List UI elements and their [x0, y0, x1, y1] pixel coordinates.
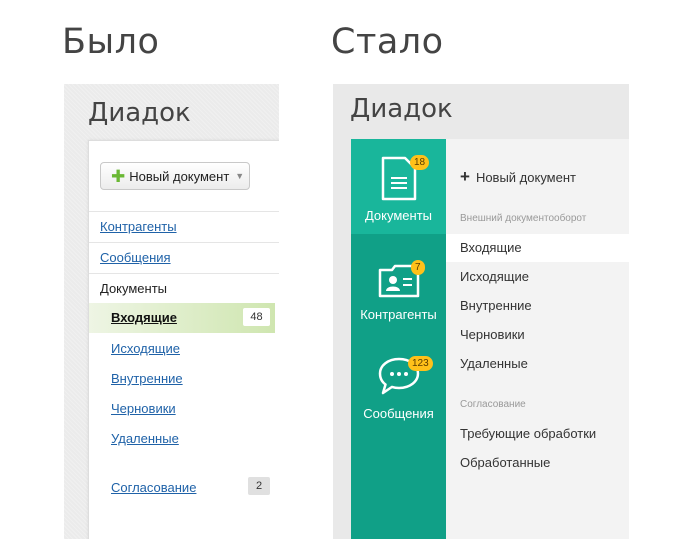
plus-icon: +	[460, 167, 470, 186]
old-link-contractors[interactable]: Контрагенты	[100, 219, 177, 234]
old-incoming-count-badge: 48	[243, 308, 270, 326]
old-item-internal[interactable]: Внутренние	[111, 371, 183, 386]
divider	[89, 211, 279, 212]
new-new-document-label: Новый документ	[475, 170, 576, 185]
old-item-deleted[interactable]: Удаленные	[111, 431, 179, 446]
old-item-drafts[interactable]: Черновики	[111, 401, 176, 416]
new-item-drafts[interactable]: Черновики	[460, 327, 525, 342]
old-new-document-label: Новый документ	[129, 168, 230, 184]
sidebar-item-contractors-label: Контрагенты	[360, 307, 437, 322]
old-item-incoming-label: Входящие	[111, 310, 177, 325]
new-document-list: + Новый документ Внешний документооборот …	[446, 139, 629, 539]
old-logo: Диадок	[88, 98, 191, 128]
messages-badge: 123	[408, 356, 433, 371]
old-item-approval[interactable]: Согласование	[111, 480, 196, 495]
old-new-document-button[interactable]: ✚ Новый документ ▼	[100, 162, 250, 190]
section-approval: Согласование	[460, 399, 526, 410]
contractors-badge: 7	[411, 260, 425, 275]
plus-icon: ✚	[111, 166, 126, 186]
new-item-requires-processing[interactable]: Требующие обработки	[460, 426, 596, 441]
new-logo: Диадок	[350, 94, 453, 124]
old-nav-panel: ✚ Новый документ ▼ Контрагенты Сообщения…	[88, 140, 279, 539]
old-approval-count-badge: 2	[248, 477, 270, 495]
new-new-document-button[interactable]: + Новый документ	[460, 167, 576, 187]
new-item-deleted[interactable]: Удаленные	[460, 356, 528, 371]
old-documents-label: Документы	[100, 281, 168, 296]
old-item-outgoing[interactable]: Исходящие	[111, 341, 180, 356]
before-heading: Было	[62, 22, 160, 62]
old-interface: Диадок ✚ Новый документ ▼ Контрагенты Со…	[64, 84, 279, 539]
sidebar-item-documents[interactable]: Документы	[351, 156, 446, 223]
sidebar-item-contractors[interactable]: Контрагенты	[351, 264, 446, 322]
sidebar-item-documents-label: Документы	[364, 208, 432, 223]
new-item-outgoing[interactable]: Исходящие	[460, 269, 529, 284]
section-external-docflow: Внешний документооборот	[460, 213, 587, 224]
divider	[89, 273, 279, 274]
old-link-messages[interactable]: Сообщения	[100, 250, 171, 265]
new-item-internal[interactable]: Внутренние	[460, 298, 532, 313]
documents-badge: 18	[410, 155, 430, 170]
new-interface: Диадок Документы 18 Контрагенты 7 Сообще…	[333, 84, 629, 539]
after-heading: Стало	[331, 22, 444, 62]
new-item-processed[interactable]: Обработанные	[460, 455, 550, 470]
new-item-incoming[interactable]: Входящие	[460, 240, 522, 255]
caret-down-icon: ▼	[235, 171, 245, 181]
sidebar-item-messages-label: Сообщения	[363, 406, 434, 421]
divider	[89, 242, 279, 243]
